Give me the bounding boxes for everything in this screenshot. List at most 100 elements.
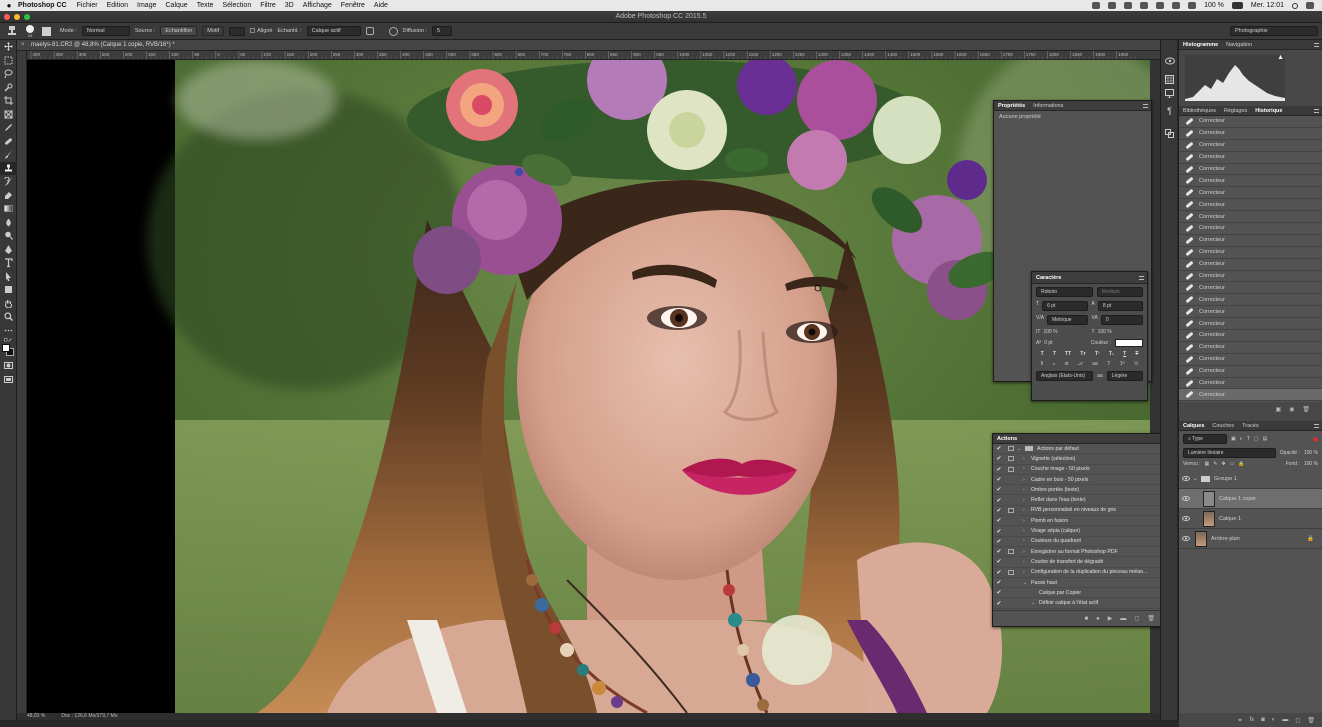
layer-row[interactable]: Calque 1 — [1179, 509, 1322, 529]
action-toggle-check-icon[interactable]: ✔ — [993, 497, 1005, 504]
expand-arrow-icon[interactable]: › — [1023, 549, 1031, 555]
small-caps-icon[interactable]: Tт — [1080, 351, 1086, 357]
action-item[interactable]: ✔ › Couche image - 50 pixels — [993, 465, 1163, 475]
action-item[interactable]: ✔ › Plomb en fusion — [993, 516, 1163, 527]
action-item[interactable]: ✔ › Virage sépia (calque) — [993, 526, 1163, 537]
history-state[interactable]: Correcteur — [1179, 259, 1322, 271]
history-state[interactable]: Correcteur — [1179, 187, 1322, 200]
crop-tool-icon[interactable] — [0, 94, 17, 108]
tab-layers[interactable]: Calques — [1183, 423, 1204, 429]
eyedropper-tool-icon[interactable] — [0, 121, 17, 135]
history-state[interactable]: Correcteur — [1179, 378, 1322, 390]
dialog-toggle-icon[interactable] — [1005, 549, 1017, 555]
history-state[interactable]: Correcteur — [1179, 342, 1322, 354]
history-state[interactable]: Correcteur — [1179, 116, 1322, 128]
action-item[interactable]: ✔ › Courbe de transfert de dégradé — [993, 557, 1163, 568]
action-toggle-check-icon[interactable]: ✔ — [993, 476, 1005, 483]
action-toggle-check-icon[interactable]: ✔ — [993, 445, 1005, 452]
pressure-size-icon[interactable] — [388, 26, 398, 36]
foreground-color-swatch[interactable] — [2, 344, 10, 352]
titling-alternates-icon[interactable]: T — [1107, 361, 1110, 367]
link-layers-icon[interactable]: ⚭ — [1237, 717, 1242, 724]
action-toggle-check-icon[interactable]: ✔ — [993, 528, 1005, 535]
action-item[interactable]: ✔ › Couleurs du quadrant — [993, 537, 1163, 547]
layer-style-icon[interactable]: fx — [1249, 717, 1254, 723]
tab-adjustments[interactable]: Réglages — [1224, 108, 1247, 114]
faux-bold-icon[interactable]: T — [1041, 351, 1044, 357]
filter-adjustment-icon[interactable]: ◐ — [1240, 436, 1243, 442]
action-item[interactable]: ✔ ⌄ Passe haut — [993, 578, 1163, 589]
horizontal-scale-value[interactable]: 100 % — [1098, 329, 1112, 335]
expand-arrow-icon[interactable]: ⌄ — [1031, 600, 1039, 606]
menu-texte[interactable]: Texte — [197, 2, 214, 9]
dialog-toggle-icon[interactable] — [1005, 507, 1017, 513]
healing-brush-tool-icon[interactable] — [0, 135, 17, 149]
history-state[interactable]: Correcteur — [1179, 140, 1322, 152]
screen-mode-icon[interactable] — [0, 373, 17, 387]
tab-informations[interactable]: Informations — [1033, 103, 1063, 109]
action-item[interactable]: ✔ ⌄ Définir calque à l'état actif — [993, 598, 1163, 609]
document-info[interactable]: Doc : 126,6 Mo/379,7 Mo — [61, 713, 117, 720]
tab-paths[interactable]: Tracés — [1242, 423, 1259, 429]
history-state[interactable]: Correcteur — [1179, 223, 1322, 235]
vertical-ruler[interactable] — [17, 51, 27, 713]
workspace-select[interactable]: Photographie — [1230, 26, 1318, 36]
menu-aide[interactable]: Aide — [374, 2, 388, 9]
quick-selection-tool-icon[interactable] — [0, 81, 17, 95]
menu-fenetre[interactable]: Fenêtre — [341, 2, 365, 9]
add-mask-icon[interactable]: ◙ — [1261, 717, 1265, 723]
action-toggle-check-icon[interactable]: ✔ — [993, 579, 1005, 586]
delete-layer-icon[interactable]: 🗑 — [1307, 717, 1315, 724]
close-document-icon[interactable]: × — [21, 40, 25, 51]
lock-pixels-icon[interactable]: ✎ — [1213, 461, 1217, 467]
lock-transparent-icon[interactable]: ▦ — [1205, 461, 1210, 467]
gradient-tool-icon[interactable] — [0, 202, 17, 216]
layer-filter-select[interactable]: ⌕ Type — [1183, 434, 1227, 444]
history-brush-tool-icon[interactable] — [0, 175, 17, 189]
source-pattern-button[interactable]: Motif — [202, 26, 225, 36]
expand-arrow-icon[interactable]: › — [1023, 487, 1031, 493]
action-toggle-check-icon[interactable]: ✔ — [993, 538, 1005, 545]
new-set-folder-icon[interactable]: ▬ — [1120, 616, 1126, 622]
visibility-eye-icon[interactable] — [1179, 516, 1193, 521]
play-icon[interactable]: ▶ — [1108, 615, 1113, 622]
vertical-scale-field[interactable]: IT 100 % — [1036, 329, 1088, 335]
menu-image[interactable]: Image — [137, 2, 156, 9]
panel-menu-icon[interactable] — [1314, 42, 1319, 47]
history-state[interactable]: Correcteur — [1179, 318, 1322, 331]
font-size-field[interactable]: T6 pt — [1036, 301, 1088, 311]
battery-percent[interactable]: 100 % — [1204, 2, 1224, 9]
hand-tool-icon[interactable] — [0, 297, 17, 311]
brush-tool-icon[interactable] — [0, 148, 17, 162]
history-state[interactable]: Correcteur — [1179, 211, 1322, 224]
document-tab[interactable]: × maelys-81.CR2 @ 48,8% (Calque 1 copie,… — [17, 40, 1160, 51]
filter-smart-icon[interactable]: ▤ — [1263, 436, 1268, 442]
delete-action-icon[interactable]: 🗑 — [1147, 615, 1155, 622]
action-item[interactable]: ✔ › Configuration de la duplication du pin… — [993, 568, 1163, 578]
more-tools-icon[interactable] — [0, 324, 17, 338]
battery-icon[interactable] — [1231, 2, 1243, 9]
action-toggle-check-icon[interactable]: ✔ — [993, 558, 1005, 565]
minimize-window-button[interactable] — [14, 14, 20, 20]
history-state[interactable]: Correcteur — [1179, 199, 1322, 212]
visibility-eye-icon[interactable] — [1179, 496, 1193, 501]
new-document-from-state-icon[interactable]: ▣ — [1275, 406, 1281, 413]
color-swatches[interactable] — [0, 343, 17, 359]
path-selection-tool-icon[interactable] — [0, 270, 17, 284]
brush-panel-toggle-icon[interactable] — [42, 26, 51, 36]
lock-position-icon[interactable]: ✥ — [1221, 461, 1225, 467]
standard-ligatures-icon[interactable]: fi — [1041, 361, 1044, 367]
kerning-value[interactable]: Métrique — [1047, 315, 1088, 325]
expand-arrow-icon[interactable]: › — [1023, 569, 1031, 575]
action-toggle-check-icon[interactable]: ✔ — [993, 466, 1005, 473]
expand-arrow-icon[interactable]: ⌄ — [1193, 476, 1201, 482]
marquee-tool-icon[interactable] — [0, 54, 17, 68]
leading-field[interactable]: A8 pt — [1092, 301, 1143, 311]
zoom-tool-icon[interactable] — [0, 310, 17, 324]
all-caps-icon[interactable]: TT — [1065, 351, 1071, 357]
history-state[interactable]: Correcteur — [1179, 152, 1322, 164]
expand-arrow-icon[interactable]: › — [1023, 477, 1031, 483]
font-style-select[interactable]: Medium — [1096, 287, 1143, 297]
opacity-value[interactable]: 100 % — [1304, 450, 1318, 456]
menu-fichier[interactable]: Fichier — [77, 2, 98, 9]
